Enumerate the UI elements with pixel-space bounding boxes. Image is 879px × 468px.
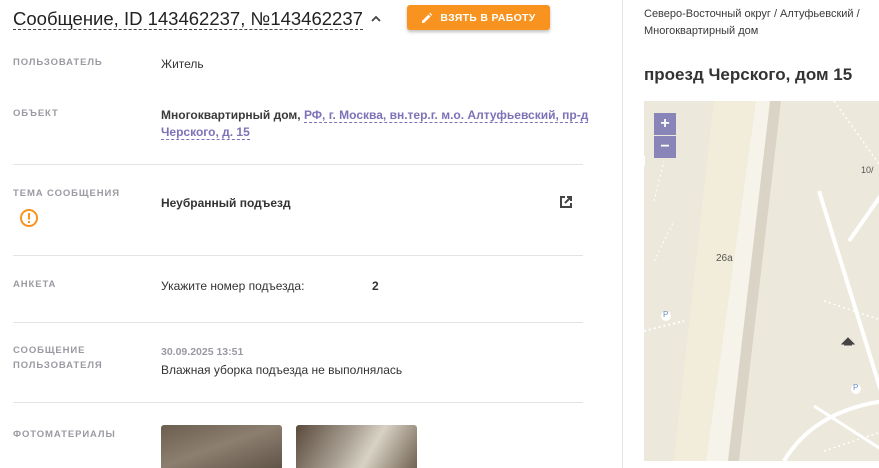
object-value: Многоквартирный дом, РФ, г. Москва, вн.т… <box>161 107 591 141</box>
message-text: Влажная уборка подъезда не выполнялась <box>161 363 403 377</box>
divider <box>13 402 583 403</box>
survey-row: АНКЕТА Укажите номер подъезда: 2 <box>13 277 583 301</box>
topic-label: ТЕМА СООБЩЕНИЯ <box>13 188 120 199</box>
object-row: ОБЪЕКТ Многоквартирный дом, РФ, г. Москв… <box>13 106 589 146</box>
user-row: ПОЛЬЗОВАТЕЛЬ Житель <box>13 55 583 85</box>
message-label-line2: ПОЛЬЗОВАТЕЛЯ <box>13 360 103 371</box>
message-label-line1: СООБЩЕНИЕ <box>13 345 86 356</box>
message-panel: Сообщение, ID 143462237, №143462237 ВЗЯТ… <box>0 0 622 468</box>
divider <box>13 164 583 165</box>
message-datetime: 30.09.2025 13:51 <box>161 346 244 358</box>
photo-thumbnail[interactable] <box>296 425 417 468</box>
message-header: Сообщение, ID 143462237, №143462237 <box>13 6 383 32</box>
pencil-icon <box>422 12 433 23</box>
survey-question: Укажите номер подъезда: <box>161 279 305 293</box>
user-label: ПОЛЬЗОВАТЕЛЬ <box>13 57 103 68</box>
divider <box>13 322 583 323</box>
map-corner-label: 10/ <box>861 165 874 175</box>
external-link-icon[interactable] <box>556 192 576 212</box>
take-to-work-label: ВЗЯТЬ В РАБОТУ <box>440 11 536 24</box>
photo-thumbnail[interactable] <box>161 425 282 468</box>
parking-icon: P <box>663 310 669 319</box>
topic-row: ТЕМА СООБЩЕНИЯ Неубранный подъезд <box>13 186 583 236</box>
topic-value: Неубранный подъезд <box>161 196 291 210</box>
message-row: СООБЩЕНИЕ ПОЛЬЗОВАТЕЛЯ 30.09.2025 13:51 … <box>13 343 583 383</box>
map[interactable]: + − 26а 10/ P P <box>644 101 879 461</box>
address-title: проезд Черского, дом 15 <box>644 65 853 84</box>
parking-icon: P <box>853 383 859 392</box>
chevron-up-icon[interactable] <box>369 12 383 26</box>
survey-label: АНКЕТА <box>13 279 57 290</box>
breadcrumb-line1[interactable]: Северо-Восточный округ / Алтуфьевский / <box>644 6 879 23</box>
take-to-work-button[interactable]: ВЗЯТЬ В РАБОТУ <box>407 5 550 30</box>
warning-icon <box>19 208 39 228</box>
map-canvas <box>644 101 879 461</box>
location-panel: Северо-Восточный округ / Алтуфьевский / … <box>623 0 879 468</box>
survey-answer: 2 <box>372 279 379 293</box>
zoom-out-button[interactable]: − <box>654 136 676 158</box>
object-label: ОБЪЕКТ <box>13 108 59 119</box>
map-building-label: 26а <box>716 253 733 264</box>
zoom-in-button[interactable]: + <box>654 113 676 135</box>
divider <box>13 255 583 256</box>
breadcrumb: Северо-Восточный округ / Алтуфьевский / … <box>644 6 879 40</box>
photos-label: ФОТОМАТЕРИАЛЫ <box>13 429 116 440</box>
page-title[interactable]: Сообщение, ID 143462237, №143462237 <box>13 8 363 30</box>
user-value: Житель <box>161 57 204 71</box>
breadcrumb-line2[interactable]: Многоквартирный дом <box>644 23 879 40</box>
object-type: Многоквартирный дом, <box>161 108 301 122</box>
